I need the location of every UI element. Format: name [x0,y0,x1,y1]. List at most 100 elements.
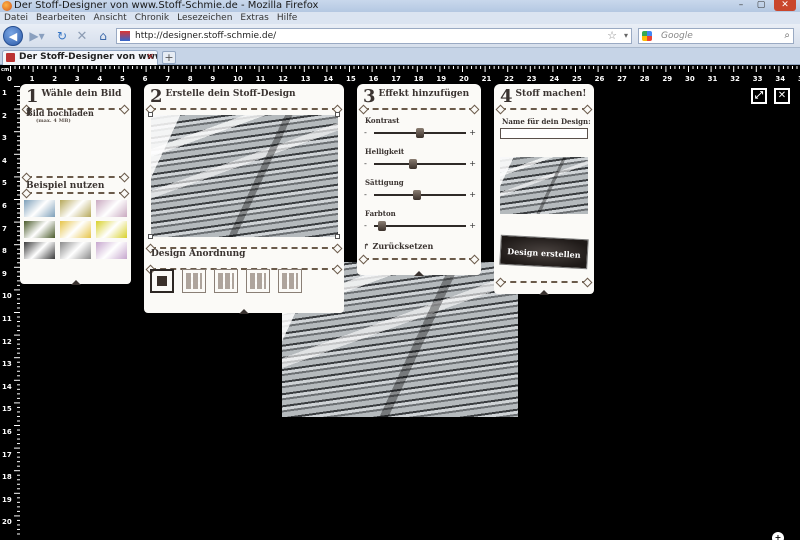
ruler-top-tick [683,66,685,69]
design-editor-image[interactable] [151,115,338,237]
crop-handle-bottom-left[interactable] [148,234,153,239]
menu-ansicht[interactable]: Ansicht [93,12,126,24]
slider-track[interactable] [374,163,466,165]
ruler-top-label: 5 [120,75,125,83]
menu-extras[interactable]: Extras [240,12,268,24]
sample-thumbnail[interactable] [24,200,55,217]
ruler-left-tick [17,375,20,377]
url-dropdown-icon[interactable]: ▾ [624,29,628,43]
divider [26,192,125,196]
site-identity-icon[interactable] [120,31,130,41]
sample-thumbnail[interactable] [24,242,55,259]
ruler-top-tick [561,66,563,69]
reset-button[interactable]: ↱ Zurücksetzen [363,241,433,251]
ruler-left-label: 3 [2,134,7,143]
effect-slider[interactable]: - + [364,221,476,231]
ruler-top-tick [208,66,210,69]
effect-slider[interactable]: - + [364,128,476,138]
slider-knob[interactable] [413,190,422,200]
sample-thumbnail[interactable] [24,221,55,238]
ruler-top-tick [688,66,689,72]
menu-datei[interactable]: Datei [4,12,28,24]
new-tab-button[interactable]: + [162,51,176,64]
slider-plus-icon[interactable]: + [469,190,476,199]
ruler-left-tick [17,388,20,390]
close-designer-icon[interactable]: ✕ [774,88,790,104]
reload-button[interactable]: ↻ [54,27,70,45]
ruler-top-tick [742,66,744,69]
tab-close-icon[interactable]: × [146,51,154,64]
sample-thumbnail[interactable] [60,242,91,259]
slider-knob[interactable] [416,128,424,138]
fullscreen-icon[interactable]: ⤢ [751,88,767,104]
crop-handle-top-left[interactable] [148,112,153,117]
slider-plus-icon[interactable]: + [469,159,476,168]
arrangement-grid-icon[interactable] [182,269,206,293]
upload-image-link[interactable]: Bild hochladen [26,108,94,118]
home-button[interactable]: ⌂ [94,27,112,45]
stop-button[interactable]: ✕ [74,27,90,45]
sample-thumbnail[interactable] [96,200,127,217]
help-icon[interactable]: + [772,532,784,540]
collapse-step2-arrow-icon[interactable] [239,309,249,314]
menu-lesezeichen[interactable]: Lesezeichen [177,12,232,24]
sample-thumbnail[interactable] [60,200,91,217]
effect-slider[interactable]: - + [364,190,476,200]
sample-thumbnail[interactable] [96,221,127,238]
crop-handle-top-right[interactable] [335,112,340,117]
ruler-top-label: 13 [300,75,311,83]
slider-track[interactable] [374,225,466,227]
create-design-button[interactable]: Design erstellen [499,234,589,270]
forward-button[interactable]: ▶▾ [24,27,50,45]
back-button[interactable]: ◀ [3,26,23,46]
collapse-step4-arrow-icon[interactable] [539,290,549,295]
arrangement-single-icon[interactable] [150,269,174,293]
ruler-left-label: 8 [2,247,7,256]
bookmark-star-icon[interactable]: ☆ [607,29,617,43]
sample-thumbnail[interactable] [96,242,127,259]
arrangement-brick-icon[interactable] [246,269,270,293]
minimize-button[interactable]: – [734,0,748,11]
slider-plus-icon[interactable]: + [469,221,476,230]
ruler-top-tick [471,66,473,69]
ruler-top-label: 4 [97,75,103,83]
slider-minus-icon[interactable]: - [364,159,367,168]
arrangement-mirror-icon[interactable] [278,269,302,293]
ruler-top-tick [263,66,265,69]
ruler-left-tick [17,293,20,295]
maximize-button[interactable]: ▢ [754,0,768,11]
ruler-top-tick [312,66,314,69]
slider-minus-icon[interactable]: - [364,128,367,137]
google-engine-icon[interactable] [642,31,652,41]
ruler-left-tick [17,366,20,368]
close-window-button[interactable]: ✕ [774,0,796,11]
slider-knob[interactable] [409,159,418,169]
menu-chronik[interactable]: Chronik [135,12,169,24]
search-bar[interactable]: Google ⌕ [638,28,794,44]
ruler-top-tick [249,66,251,69]
collapse-step1-arrow-icon[interactable] [70,280,81,285]
ruler-left-label: 10 [2,292,12,301]
collapse-step3-arrow-icon[interactable] [414,271,424,276]
ruler-top-tick [443,66,445,69]
reset-arrow-icon: ↱ [363,241,373,251]
sample-thumbnail[interactable] [60,221,91,238]
ruler-top-tick [362,66,364,69]
slider-minus-icon[interactable]: - [364,221,367,230]
slider-plus-icon[interactable]: + [469,128,476,137]
ruler-top-tick [570,66,572,69]
ruler-top-tick [290,66,292,69]
ruler-top-tick [145,66,147,72]
menu-bearbeiten[interactable]: Bearbeiten [36,12,85,24]
ruler-top-tick [186,66,188,69]
search-icon[interactable]: ⌕ [784,29,790,43]
slider-knob[interactable] [378,221,387,231]
menu-hilfe[interactable]: Hilfe [277,12,297,24]
slider-minus-icon[interactable]: - [364,190,367,199]
arrangement-offset-icon[interactable] [214,269,238,293]
tab-stoff-designer[interactable]: Der Stoff-Designer von www.Stoff-... × [2,50,158,65]
crop-handle-bottom-right[interactable] [335,234,340,239]
design-name-input[interactable] [500,128,588,139]
url-bar[interactable]: http://designer.stoff-schmie.de/ ☆ ▾ [116,28,632,44]
effect-slider[interactable]: - + [364,159,476,169]
